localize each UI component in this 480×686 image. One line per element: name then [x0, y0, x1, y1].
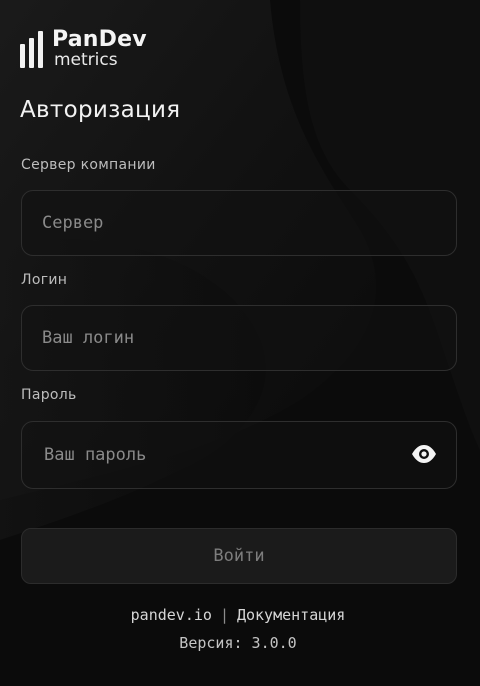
footer-links: pandev.io | Документация [0, 606, 476, 624]
login-button[interactable]: Войти [21, 528, 457, 584]
logo-bars-icon [20, 30, 50, 68]
login-field [21, 305, 457, 371]
logo-name: PanDev [52, 27, 147, 52]
server-input[interactable] [22, 213, 456, 233]
documentation-link[interactable]: Документация [237, 606, 345, 624]
server-label: Сервер компании [21, 157, 156, 173]
pandev-logo: PanDev metrics [20, 27, 160, 70]
password-field [21, 421, 457, 489]
version-text: Версия: 3.0.0 [179, 634, 297, 652]
pandev-site-link[interactable]: pandev.io [131, 606, 212, 624]
server-field [21, 190, 457, 256]
login-label: Логин [21, 272, 68, 288]
logo-wordmark: PanDev metrics [52, 27, 147, 70]
login-input[interactable] [22, 328, 456, 348]
password-input[interactable] [22, 445, 456, 465]
eye-icon[interactable] [410, 442, 438, 466]
page-title: Авторизация [20, 97, 181, 123]
footer-separator: | [219, 606, 229, 624]
password-label: Пароль [21, 387, 77, 403]
login-screen: PanDev metrics Авторизация Сервер компан… [0, 0, 480, 686]
logo-subtitle: metrics [54, 50, 118, 70]
